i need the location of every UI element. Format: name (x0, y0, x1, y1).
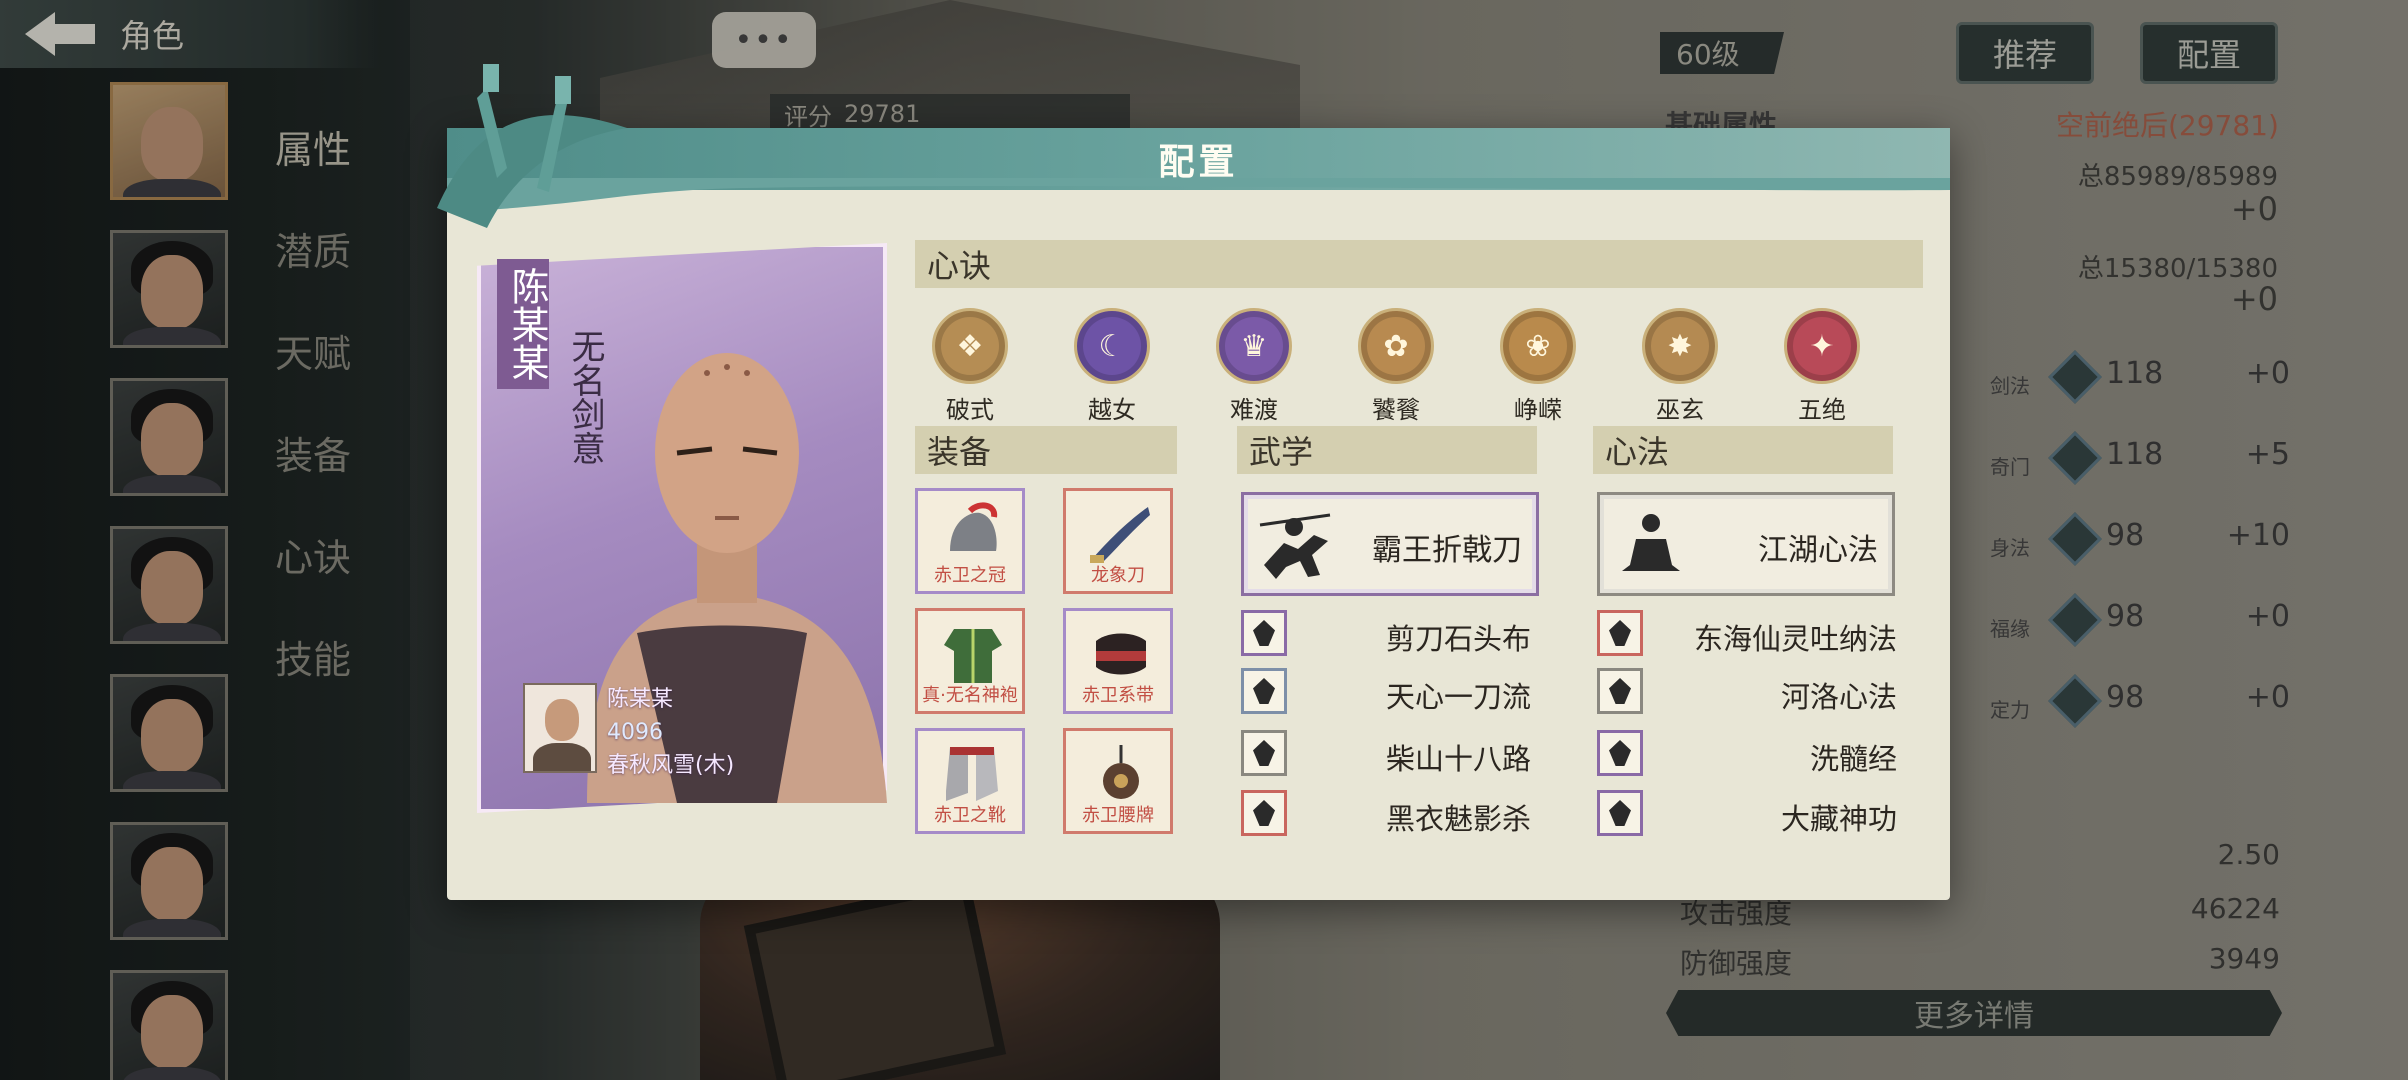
blade-icon (1088, 501, 1154, 567)
xinjue-emblem-icon: ☾ (1074, 308, 1150, 384)
xinjue-emblem-icon: ✦ (1784, 308, 1860, 384)
xinjue-item[interactable]: ♛ 难渡 (1209, 308, 1299, 425)
xinfa-section-header: 心法 (1593, 426, 1893, 474)
skill-icon (1597, 610, 1643, 656)
wuxue-skill-name: 剪刀石头布 (1385, 622, 1531, 656)
xinjue-emblem-icon: ✿ (1358, 308, 1434, 384)
xinjue-emblem-icon: ✸ (1642, 308, 1718, 384)
helmet-icon (940, 501, 1006, 567)
wuxue-skill-row[interactable]: 剪刀石头布 (1241, 608, 1531, 660)
equipment-slot-boots[interactable]: 赤卫之靴 (915, 728, 1025, 834)
xinjue-label: 巫玄 (1656, 396, 1704, 424)
xinjue-label: 峥嵘 (1514, 396, 1562, 424)
xinfa-skill-name: 大藏神功 (1780, 802, 1897, 836)
player-power: 4096 (607, 720, 663, 745)
equipment-name: 赤卫之冠 (934, 565, 1006, 586)
wuxue-skill-row[interactable]: 天心一刀流 (1241, 666, 1531, 718)
xinjue-label: 难渡 (1230, 396, 1278, 424)
skill-icon (1241, 790, 1287, 836)
wuxue-skill-name: 柴山十八路 (1385, 742, 1531, 776)
wuxue-main-name: 霸王折戟刀 (1372, 533, 1522, 568)
xinjue-label: 五绝 (1798, 396, 1846, 424)
xinjue-item[interactable]: ❀ 峥嵘 (1493, 308, 1583, 425)
player-info: 陈某某 4096 春秋风雪(木) (607, 683, 734, 782)
wuxue-main-skill[interactable]: 霸王折戟刀 (1241, 492, 1539, 596)
xinfa-main-name: 江湖心法 (1758, 533, 1878, 568)
sword-emblem-icon (437, 64, 627, 228)
player-name: 陈某某 (607, 687, 674, 712)
character-title: 无名剑意 (565, 329, 605, 465)
xinjue-item[interactable]: ☾ 越女 (1067, 308, 1157, 425)
xinfa-skill-row[interactable]: 河洛心法 (1597, 666, 1897, 718)
config-modal: 配置 陈某某 无名剑意 陈某某 4096 春秋风雪(木) 心诀 ❖ 破式 ☾ 越… (437, 64, 1950, 900)
xinfa-skill-row[interactable]: 洗髓经 (1597, 728, 1897, 780)
skill-icon (1241, 730, 1287, 776)
equipment-slot-belt[interactable]: 赤卫系带 (1063, 608, 1173, 714)
skill-icon (1597, 730, 1643, 776)
equipment-section-header: 装备 (915, 426, 1177, 474)
player-avatar (523, 683, 597, 773)
martial-pose-icon (1259, 513, 1331, 579)
boots-icon (940, 741, 1006, 807)
skill-icon (1597, 668, 1643, 714)
xinjue-item[interactable]: ✿ 饕餮 (1351, 308, 1441, 425)
xinjue-emblem-icon: ❖ (932, 308, 1008, 384)
xinfa-main-skill[interactable]: 江湖心法 (1597, 492, 1895, 596)
xinjue-label: 破式 (946, 396, 994, 424)
equipment-slot-robe[interactable]: 真·无名神袍 (915, 608, 1025, 714)
equipment-slot-weapon[interactable]: 龙象刀 (1063, 488, 1173, 594)
wuxue-skill-name: 黑衣魅影杀 (1385, 802, 1531, 836)
xinjue-section-header: 心诀 (915, 240, 1923, 288)
character-name: 陈某某 (497, 259, 549, 389)
xinfa-skill-name: 河洛心法 (1780, 680, 1897, 714)
wuxue-skill-name: 天心一刀流 (1385, 680, 1531, 714)
wuxue-skill-row[interactable]: 黑衣魅影杀 (1241, 788, 1531, 840)
character-card: 陈某某 无名剑意 陈某某 4096 春秋风雪(木) (477, 243, 887, 813)
equipment-name: 赤卫腰牌 (1082, 805, 1154, 826)
xinfa-skill-row[interactable]: 大藏神功 (1597, 788, 1897, 840)
skill-icon (1241, 610, 1287, 656)
xinfa-skill-name: 东海仙灵吐纳法 (1693, 622, 1897, 656)
wuxue-section-header: 武学 (1237, 426, 1537, 474)
xinfa-skill-name: 洗髓经 (1809, 742, 1897, 776)
equipment-name: 龙象刀 (1091, 565, 1145, 586)
token-icon (1088, 741, 1154, 807)
equipment-name: 赤卫之靴 (934, 805, 1006, 826)
header-wave-decoration (447, 178, 1950, 212)
xinjue-label: 越女 (1088, 396, 1136, 424)
skill-icon (1241, 668, 1287, 714)
equipment-name: 赤卫系带 (1082, 685, 1154, 706)
xinjue-item[interactable]: ✸ 巫玄 (1635, 308, 1725, 425)
xinfa-skill-row[interactable]: 东海仙灵吐纳法 (1597, 608, 1897, 660)
robe-icon (940, 621, 1006, 687)
wuxue-skill-row[interactable]: 柴山十八路 (1241, 728, 1531, 780)
equipment-slot-helmet[interactable]: 赤卫之冠 (915, 488, 1025, 594)
equipment-slot-token[interactable]: 赤卫腰牌 (1063, 728, 1173, 834)
xinjue-item[interactable]: ❖ 破式 (925, 308, 1015, 425)
skill-icon (1597, 790, 1643, 836)
xinjue-emblem-icon: ❀ (1500, 308, 1576, 384)
xinjue-item[interactable]: ✦ 五绝 (1777, 308, 1867, 425)
meditation-icon (1622, 514, 1680, 571)
belt-icon (1088, 621, 1154, 687)
xinjue-label: 饕餮 (1372, 396, 1420, 424)
xinjue-emblem-icon: ♛ (1216, 308, 1292, 384)
player-server: 春秋风雪(木) (607, 753, 735, 778)
equipment-name: 真·无名神袍 (922, 685, 1018, 706)
